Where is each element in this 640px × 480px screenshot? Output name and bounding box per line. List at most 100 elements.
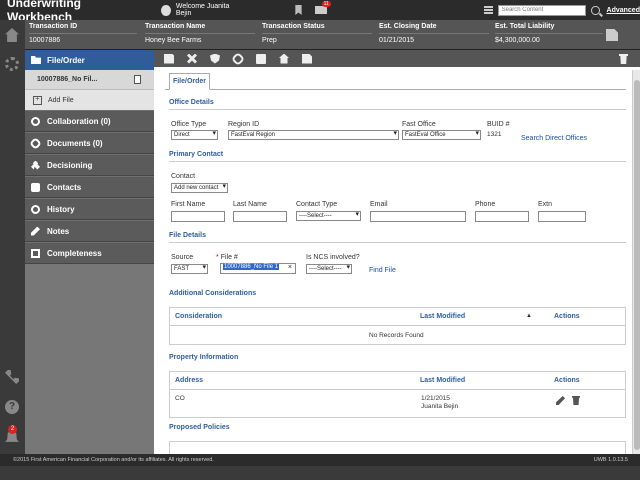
scrollbar[interactable]	[632, 70, 640, 462]
email-input[interactable]	[370, 211, 466, 222]
link-icon[interactable]	[230, 51, 246, 66]
user-info[interactable]: Welcome Juanita Bejin	[161, 3, 239, 17]
nav-item-collaboration[interactable]: Collaboration (0)	[25, 110, 154, 132]
close-icon[interactable]	[187, 53, 197, 64]
file-number-label-text: File #	[220, 254, 238, 261]
pdf-icon[interactable]	[134, 75, 141, 84]
add-file-button[interactable]: Add File	[25, 90, 154, 110]
last-name-input[interactable]	[233, 211, 287, 222]
nav-item-label: Notes	[47, 226, 70, 236]
shield-icon[interactable]	[210, 53, 220, 64]
left-nav: File/Order 10007886_No Fil... Add File C…	[25, 50, 154, 462]
nav-item-file-order[interactable]: File/Order	[25, 50, 154, 70]
nav-item-label: Collaboration (0)	[47, 116, 111, 126]
trash-icon[interactable]	[619, 54, 628, 64]
top-bar: Underwriting Workbench Welcome Juanita B…	[0, 0, 640, 24]
section-office-details: Office Details	[169, 99, 626, 110]
txn-id-value: 10007886	[29, 37, 61, 44]
document-icon[interactable]	[606, 29, 618, 41]
contact-type-select[interactable]: ----Select----	[296, 211, 361, 221]
nav-item-notes[interactable]: Notes	[25, 220, 154, 242]
phone-input[interactable]	[475, 211, 529, 222]
search-icon[interactable]	[591, 5, 600, 15]
file-number-label: * File #	[216, 254, 238, 261]
section-file-details: File Details	[169, 232, 626, 243]
section-proposed-policies: Proposed Policies	[169, 424, 230, 431]
add-file-label: Add File	[48, 96, 74, 104]
row-address: CO	[175, 395, 185, 402]
home-icon[interactable]	[5, 28, 19, 42]
txn-col-liability: Est. Total Liability $4,300,000.00	[495, 23, 603, 44]
sort-arrow-icon[interactable]: ▲	[526, 313, 532, 319]
advanced-search-link[interactable]: Advanced	[607, 7, 640, 14]
buid-value: 1321	[487, 131, 502, 138]
contact-label: Contact	[171, 173, 196, 180]
considerations-table: Consideration Last Modified ▲ Actions No…	[169, 307, 626, 345]
nav-item-contacts[interactable]: Contacts	[25, 176, 154, 198]
col-actions: Actions	[554, 313, 580, 320]
page-icon[interactable]	[302, 53, 312, 64]
nav-item-decisioning[interactable]: Decisioning	[25, 154, 154, 176]
file-number-input[interactable]: 10007886_No File 1 ×	[220, 263, 296, 274]
nav-item-history[interactable]: History	[25, 198, 154, 220]
nav-item-completeness[interactable]: Completeness	[25, 242, 154, 264]
phone-icon[interactable]	[5, 370, 19, 384]
office-type-label: Office Type	[171, 121, 207, 128]
txn-liability-label: Est. Total Liability	[495, 23, 603, 34]
help-icon[interactable]: ?	[5, 400, 19, 414]
txn-id-label: Transaction ID	[29, 23, 137, 34]
row-user: Juanita Bejin	[421, 403, 459, 410]
txn-col-status: Transaction Status Prep	[262, 23, 372, 44]
section-additional-considerations: Additional Considerations	[169, 290, 257, 297]
source-select[interactable]: FAST	[171, 264, 208, 274]
empty-message: No Records Found	[369, 332, 424, 339]
find-file-link[interactable]: Find File	[369, 267, 396, 274]
col-last-modified: Last Modified	[420, 377, 466, 384]
nav-item-documents[interactable]: Documents (0)	[25, 132, 154, 154]
bottom-strip	[0, 466, 640, 480]
mail-button[interactable]: 11	[314, 1, 331, 14]
scroll-thumb[interactable]	[634, 80, 640, 450]
property-table: Address Last Modified Actions CO 1/21/20…	[169, 371, 626, 418]
toolbar	[154, 50, 640, 67]
nav-sub-file[interactable]: 10007886_No Fil...	[25, 70, 154, 90]
search-input[interactable]	[497, 4, 587, 16]
collaboration-icon	[31, 116, 40, 126]
clear-icon[interactable]: ×	[288, 264, 292, 271]
first-name-input[interactable]	[171, 211, 225, 222]
search-direct-offices-link[interactable]: Search Direct Offices	[521, 135, 587, 142]
ncs-select[interactable]: ----Select----	[306, 264, 352, 274]
left-rail: ? 2	[0, 20, 25, 462]
tab-file-order[interactable]: File/Order	[169, 73, 210, 90]
house-icon[interactable]	[279, 53, 289, 64]
nav-item-label: Contacts	[47, 182, 82, 192]
bookmark-icon[interactable]	[295, 5, 302, 15]
checklist-icon	[31, 248, 40, 258]
txn-name-label: Transaction Name	[145, 23, 255, 34]
nav-item-label: File/Order	[47, 55, 85, 65]
txn-col-closing: Est. Closing Date 01/21/2015	[379, 23, 489, 44]
contact-select[interactable]: Add new contact	[171, 183, 228, 193]
phone-label: Phone	[475, 201, 496, 208]
edit-icon[interactable]	[556, 396, 565, 405]
menu-icon[interactable]	[483, 6, 493, 14]
gear-icon[interactable]	[5, 57, 19, 71]
fast-office-select[interactable]: FastEval Office	[402, 130, 481, 140]
ncs-label: Is NCS involved?	[306, 254, 360, 261]
col-consideration[interactable]: Consideration	[175, 313, 222, 320]
footer: ©2015 First American Financial Corporati…	[0, 454, 640, 466]
delete-icon[interactable]	[572, 396, 580, 405]
office-type-select[interactable]: Direct	[171, 130, 218, 140]
first-name-label: First Name	[171, 201, 206, 208]
contact-type-label: Contact Type	[296, 201, 338, 208]
extn-input[interactable]	[538, 211, 586, 222]
folder-icon	[31, 56, 41, 64]
region-id-select[interactable]: FastEval Region	[228, 130, 399, 140]
col-last-modified[interactable]: Last Modified	[420, 313, 465, 320]
calculator-icon[interactable]	[256, 53, 266, 64]
paperclip-icon	[29, 136, 42, 150]
save-icon[interactable]	[164, 53, 174, 64]
txn-name-value: Honey Bee Farms	[145, 37, 202, 44]
transaction-header: Transaction ID 10007886 Transaction Name…	[25, 20, 640, 50]
col-actions: Actions	[554, 377, 580, 384]
